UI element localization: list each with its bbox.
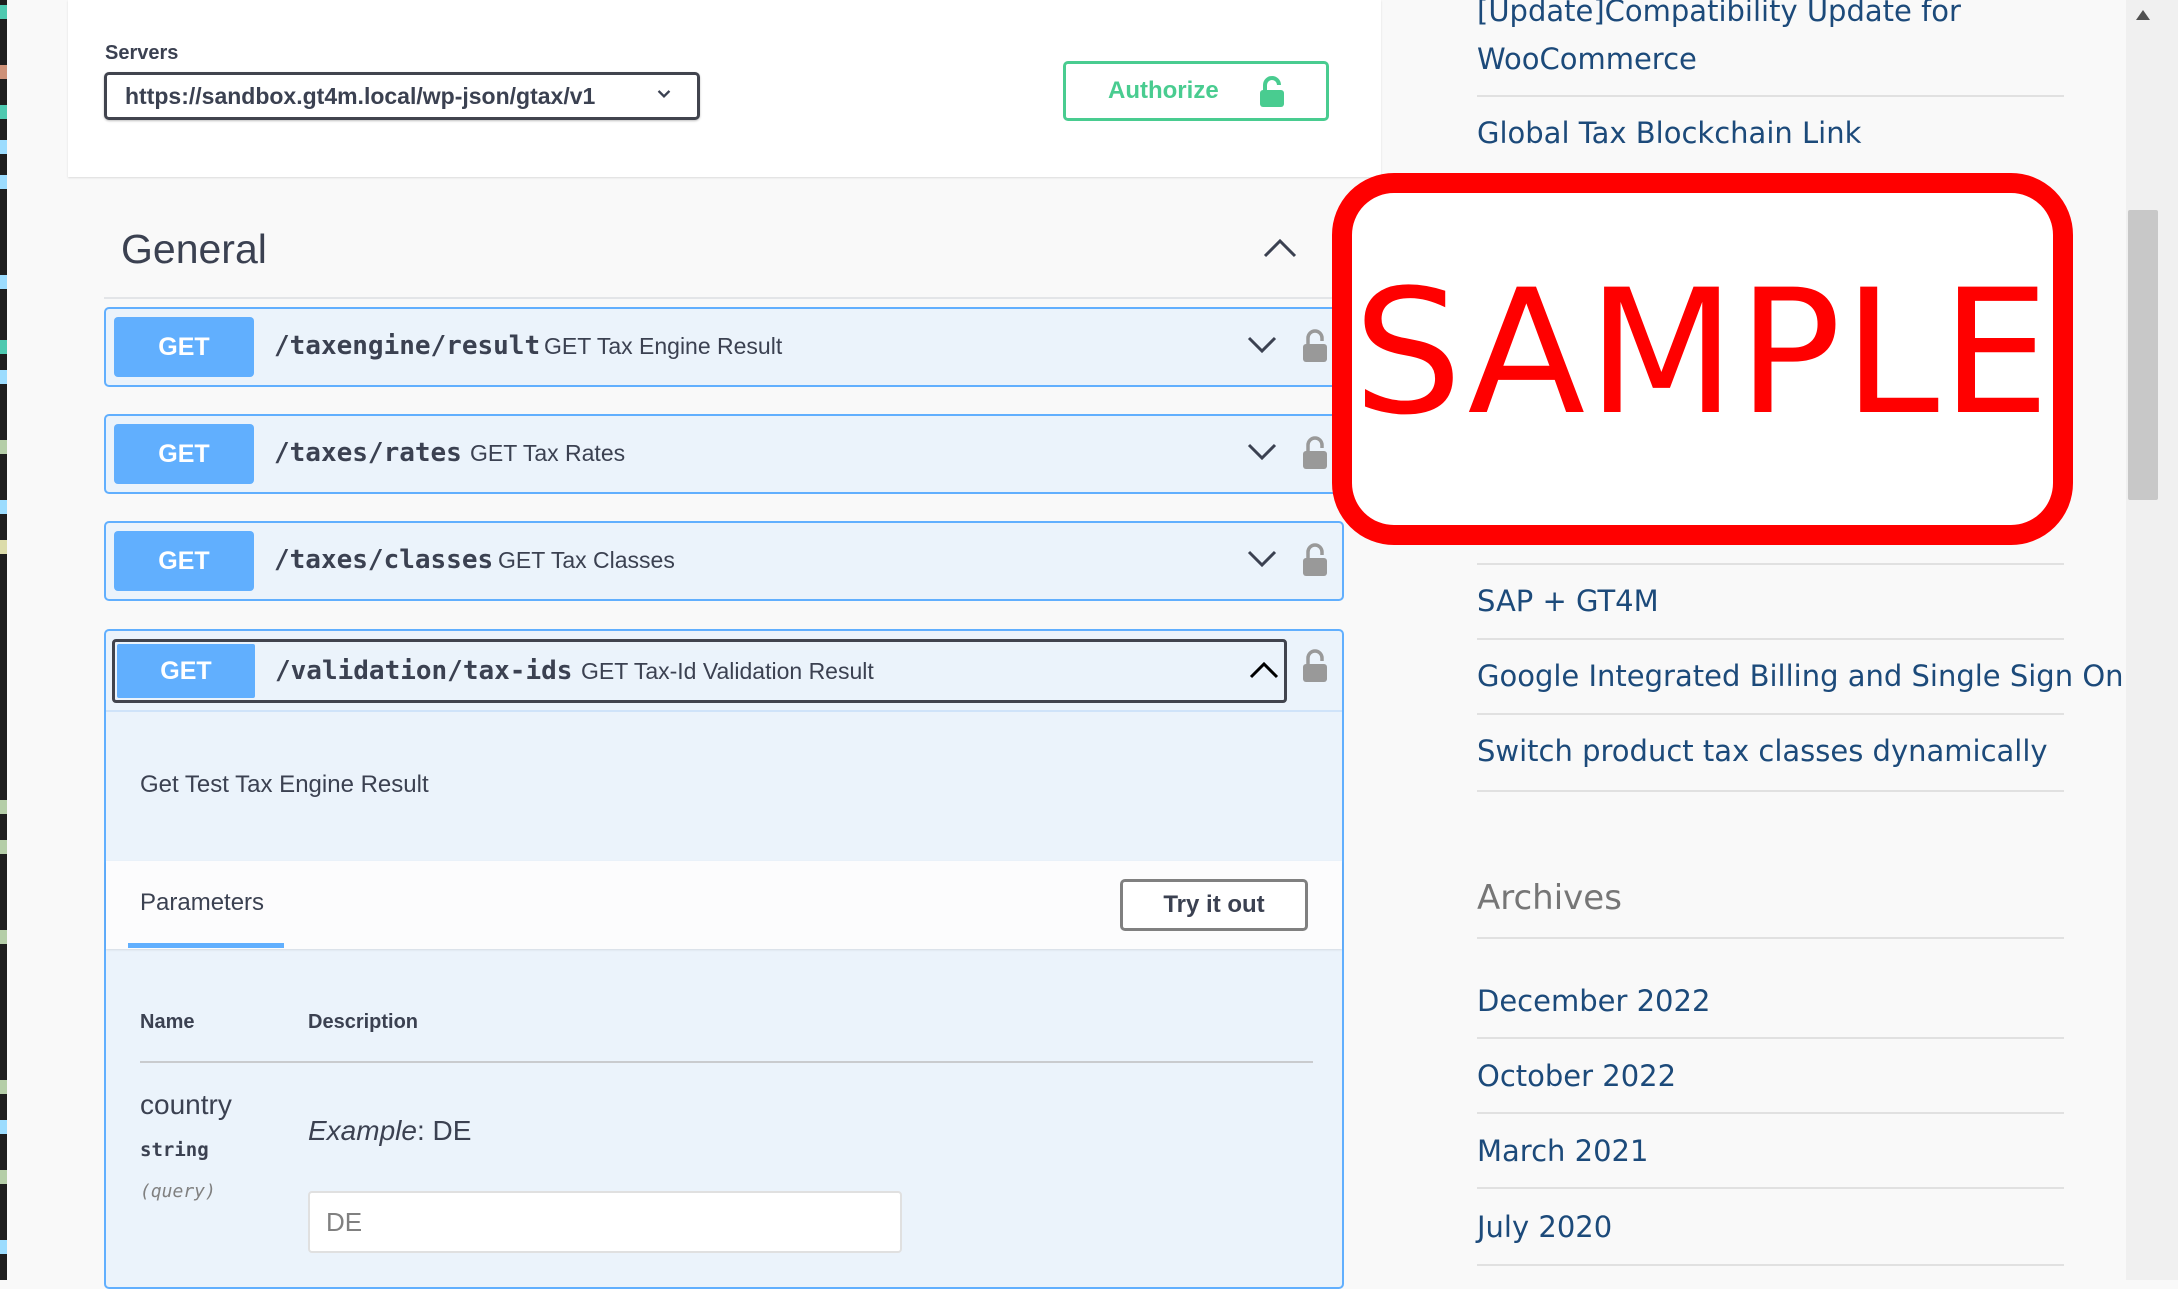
operation-row[interactable]: GET /taxengine/result GET Tax Engine Res… [104, 307, 1344, 387]
divider [106, 710, 1342, 712]
method-badge: GET [114, 317, 254, 377]
authorize-label: Authorize [1108, 77, 1219, 104]
scrollbar-thumb[interactable] [2128, 210, 2158, 500]
recent-post-link[interactable]: Global Tax Blockchain Link [1477, 116, 1861, 150]
operation-path: /taxes/classes [274, 545, 494, 575]
chevron-down-icon[interactable] [1246, 442, 1278, 462]
try-it-out-button[interactable]: Try it out [1120, 879, 1308, 931]
sidebar-divider [1477, 1037, 2064, 1039]
operation-path: /taxes/rates [274, 438, 462, 468]
scroll-up-arrow-icon[interactable] [2134, 8, 2152, 22]
sample-stamp: SAMPLE [1332, 173, 2073, 545]
chevron-down-icon [657, 90, 671, 98]
operation-summary: GET Tax Rates [470, 440, 626, 466]
method-badge: GET [117, 644, 255, 698]
section-title: General [121, 226, 267, 272]
parameters-header: Parameters Try it out [106, 861, 1342, 949]
operation-path: /taxengine/result [274, 331, 541, 361]
chevron-down-icon[interactable] [1246, 335, 1278, 355]
operation-summary: GET Tax Engine Result [544, 333, 783, 359]
archive-link[interactable]: October 2022 [1477, 1059, 1676, 1093]
sidebar-divider [1477, 95, 2064, 97]
editor-strip [0, 0, 7, 1280]
sidebar-divider [1477, 563, 2064, 565]
servers-select[interactable]: https://sandbox.gt4m.local/wp-json/gtax/… [104, 72, 700, 120]
archive-link[interactable]: December 2022 [1477, 984, 1710, 1018]
operation-header[interactable]: GET /validation/tax-ids GET Tax-Id Valid… [112, 639, 1287, 703]
lock-icon[interactable] [1302, 543, 1328, 577]
authorize-button[interactable]: Authorize [1063, 61, 1329, 121]
table-divider [140, 1061, 1313, 1063]
example-value: : DE [416, 1115, 472, 1146]
operation-summary: GET Tax Classes [498, 547, 675, 573]
archive-link[interactable]: July 2020 [1477, 1210, 1612, 1244]
active-tab-indicator [128, 943, 284, 948]
scrollbar[interactable] [2126, 0, 2178, 1280]
operation-row[interactable]: GET /taxes/classes GET Tax Classes [104, 521, 1344, 601]
lock-icon[interactable] [1302, 436, 1328, 470]
column-header-description: Description [308, 1011, 419, 1033]
chevron-up-icon[interactable] [1248, 660, 1280, 680]
recent-post-link[interactable]: Google Integrated Billing and Single Sig… [1477, 659, 2124, 693]
operation-expanded: GET /validation/tax-ids GET Tax-Id Valid… [104, 629, 1344, 1289]
lock-icon[interactable] [1302, 649, 1328, 683]
parameter-example: Example: DE [308, 1115, 471, 1147]
method-badge: GET [114, 424, 254, 484]
recent-post-link[interactable]: [Update]Compatibility Update for [1477, 0, 1961, 28]
operation-row[interactable]: GET /taxes/rates GET Tax Rates [104, 414, 1344, 494]
operation-description: Get Test Tax Engine Result [140, 771, 429, 798]
servers-label: Servers [105, 42, 179, 64]
recent-post-link[interactable]: Switch product tax classes dynamically [1477, 734, 2048, 768]
lock-icon[interactable] [1302, 329, 1328, 363]
archives-heading: Archives [1477, 878, 1622, 918]
section-divider [104, 297, 1334, 299]
parameter-type: string [140, 1139, 209, 1161]
sidebar-divider [1477, 638, 2064, 640]
example-label: Example [308, 1115, 417, 1146]
sidebar-divider [1477, 790, 2064, 792]
sidebar-divider [1477, 1112, 2064, 1114]
parameter-location: (query) [140, 1181, 216, 1202]
operation-summary: GET Tax-Id Validation Result [581, 658, 874, 684]
operation-path: /validation/tax-ids [275, 656, 573, 686]
stamp-text: SAMPLE [1353, 252, 2052, 453]
archive-link[interactable]: March 2021 [1477, 1134, 1648, 1168]
method-badge: GET [114, 531, 254, 591]
chevron-up-icon[interactable] [1262, 237, 1298, 259]
sidebar-divider [1477, 1187, 2064, 1189]
servers-select-value: https://sandbox.gt4m.local/wp-json/gtax/… [125, 83, 596, 109]
chevron-down-icon[interactable] [1246, 549, 1278, 569]
column-header-name: Name [140, 1011, 195, 1033]
sidebar-divider [1477, 937, 2064, 939]
recent-post-link[interactable]: WooCommerce [1477, 42, 1697, 76]
recent-post-link[interactable]: SAP + GT4M [1477, 584, 1659, 618]
sidebar-divider [1477, 713, 2064, 715]
unlocked-lock-icon [1260, 76, 1284, 107]
parameter-name: country [140, 1089, 232, 1120]
country-input[interactable]: DE [308, 1191, 902, 1253]
tab-parameters[interactable]: Parameters [140, 889, 264, 917]
sidebar-divider [1477, 1264, 2064, 1266]
